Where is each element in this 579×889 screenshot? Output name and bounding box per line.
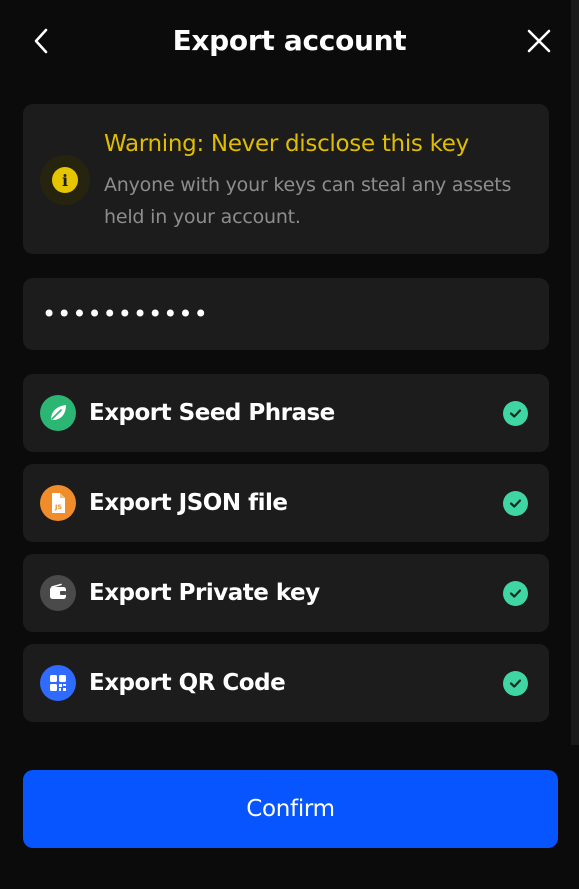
leaf-icon xyxy=(40,395,76,431)
option-label: Export Private key xyxy=(89,580,320,606)
option-label: Export QR Code xyxy=(89,670,286,696)
check-circle-icon xyxy=(503,491,528,516)
export-json-file-option[interactable]: JS Export JSON file xyxy=(23,464,549,542)
wallet-icon xyxy=(40,575,76,611)
export-qr-code-option[interactable]: Export QR Code xyxy=(23,644,549,722)
warning-title: Warning: Never disclose this key xyxy=(104,131,469,157)
header: Export account xyxy=(0,0,579,82)
export-account-page: Export account i Warning: Never disclose… xyxy=(0,0,579,889)
warning-card: i Warning: Never disclose this key Anyon… xyxy=(23,104,549,254)
password-field[interactable] xyxy=(23,278,549,350)
close-button[interactable] xyxy=(518,20,560,62)
close-icon xyxy=(527,29,551,53)
export-seed-phrase-option[interactable]: Export Seed Phrase xyxy=(23,374,549,452)
check-circle-icon xyxy=(503,401,528,426)
qr-code-icon xyxy=(40,665,76,701)
json-file-icon: JS xyxy=(40,485,76,521)
confirm-button[interactable]: Confirm xyxy=(23,770,558,848)
page-title: Export account xyxy=(172,24,407,57)
export-private-key-option[interactable]: Export Private key xyxy=(23,554,549,632)
option-label: Export JSON file xyxy=(89,490,288,516)
warning-text: Anyone with your keys can steal any asse… xyxy=(104,174,512,228)
check-circle-icon xyxy=(503,671,528,696)
scrollbar[interactable] xyxy=(571,0,579,745)
info-icon: i xyxy=(40,155,90,205)
option-label: Export Seed Phrase xyxy=(89,400,335,426)
check-circle-icon xyxy=(503,581,528,606)
svg-text:JS: JS xyxy=(54,503,62,511)
password-input[interactable] xyxy=(42,297,522,331)
